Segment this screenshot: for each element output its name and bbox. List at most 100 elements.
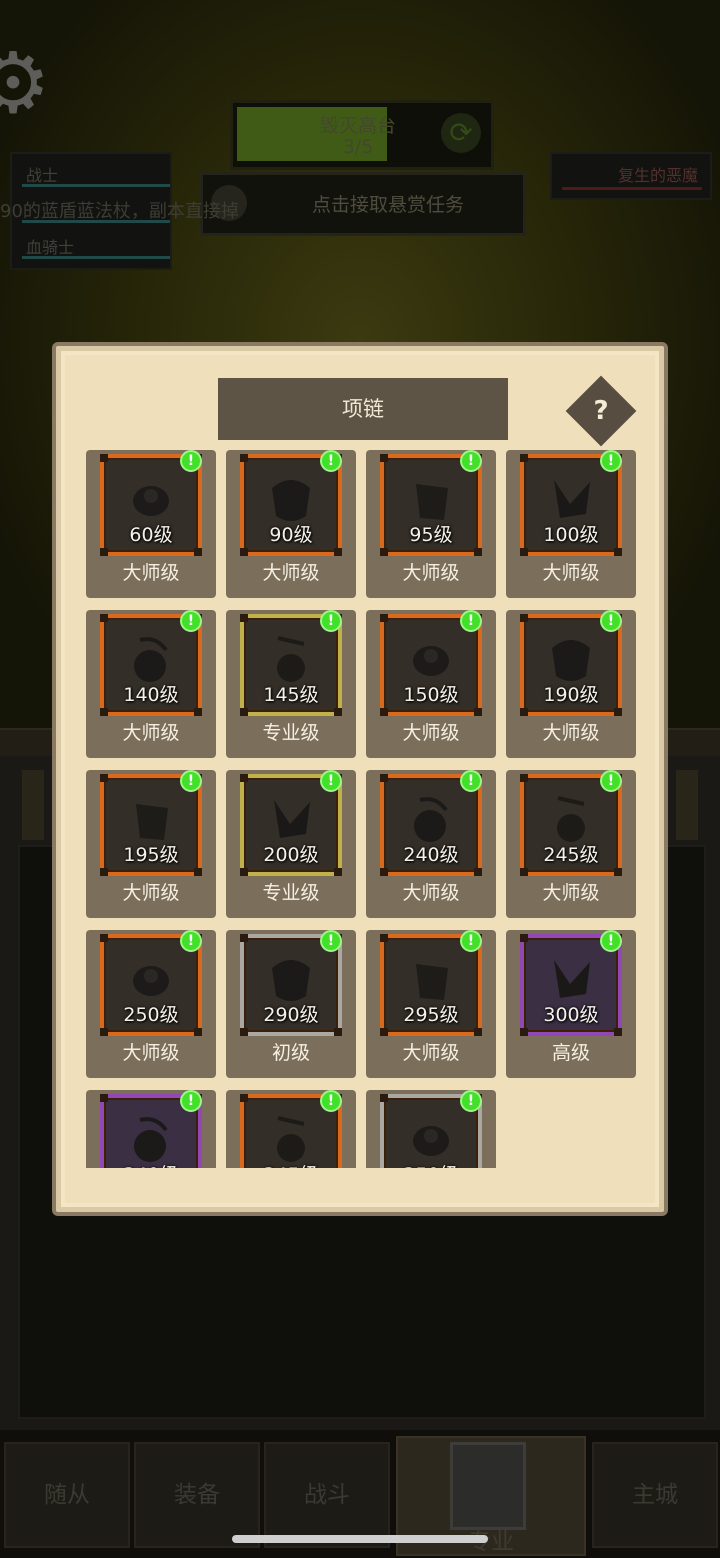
necklace-level: 240级	[403, 844, 459, 866]
party-member[interactable]: 战士	[26, 162, 58, 186]
frame-corner	[474, 1028, 482, 1036]
frame-corner	[240, 454, 248, 462]
party-member[interactable]: 血骑士	[26, 234, 74, 258]
necklace-level: 200级	[263, 844, 319, 866]
necklace-card[interactable]: 195级! 大师级	[86, 770, 216, 918]
necklace-level: 90级	[269, 524, 313, 546]
necklace-card[interactable]: 345级!	[226, 1090, 356, 1168]
frame-corner	[380, 614, 388, 622]
frame-corner	[100, 1028, 108, 1036]
necklace-tier: 大师级	[122, 1042, 180, 1064]
frame-corner	[100, 614, 108, 622]
frame-corner	[474, 868, 482, 876]
new-alert-icon: !	[320, 610, 342, 632]
necklace-card[interactable]: 100级! 大师级	[506, 450, 636, 598]
quest-count: 3/5	[342, 136, 374, 158]
necklace-card[interactable]: 95级! 大师级	[366, 450, 496, 598]
party-hp-bar	[22, 184, 170, 187]
necklace-tier: 大师级	[262, 562, 320, 584]
necklace-tier: 专业级	[262, 722, 320, 744]
nav-tab-main-city[interactable]: 主城	[592, 1442, 718, 1548]
frame-corner	[334, 868, 342, 876]
necklace-card[interactable]: 250级! 大师级	[86, 930, 216, 1078]
frame-corner	[194, 548, 202, 556]
necklace-level: 140级	[123, 684, 179, 706]
settings-gear-icon[interactable]: ⚙	[0, 38, 51, 128]
necklace-card[interactable]: 295级! 大师级	[366, 930, 496, 1078]
frame-corner	[240, 868, 248, 876]
necklace-level: 340级	[104, 1160, 198, 1168]
frame-corner	[100, 454, 108, 462]
frame-corner	[194, 708, 202, 716]
necklace-card[interactable]: 340级!	[86, 1090, 216, 1168]
frame-corner	[240, 1094, 248, 1102]
frame-corner	[100, 548, 108, 556]
necklace-level: 190级	[543, 684, 599, 706]
necklace-card[interactable]: 90级! 大师级	[226, 450, 356, 598]
necklace-card[interactable]: 350级!	[366, 1090, 496, 1168]
necklace-card[interactable]: 300级! 高级	[506, 930, 636, 1078]
necklace-card[interactable]: 60级! 大师级	[86, 450, 216, 598]
frame-corner	[240, 708, 248, 716]
necklace-tier: 大师级	[402, 882, 460, 904]
frame-corner	[520, 774, 528, 782]
new-alert-icon: !	[180, 930, 202, 952]
frame-corner	[380, 934, 388, 942]
frame-corner	[194, 868, 202, 876]
necklace-card[interactable]: 140级! 大师级	[86, 610, 216, 758]
frame-corner	[240, 774, 248, 782]
new-alert-icon: !	[460, 450, 482, 472]
enemy-panel: 复生的恶魔	[550, 152, 712, 200]
necklace-level: 290级	[263, 1004, 319, 1026]
frame-corner	[100, 1094, 108, 1102]
background-side-tab	[676, 770, 698, 840]
frame-corner	[614, 868, 622, 876]
new-alert-icon: !	[180, 610, 202, 632]
frame-corner	[614, 708, 622, 716]
frame-corner	[100, 934, 108, 942]
necklace-card[interactable]: 240级! 大师级	[366, 770, 496, 918]
necklace-tier: 大师级	[542, 562, 600, 584]
nav-tab-equipment[interactable]: 装备	[134, 1442, 260, 1548]
refresh-icon[interactable]: ⟳	[441, 113, 481, 153]
necklace-level: 150级	[403, 684, 459, 706]
new-alert-icon: !	[180, 770, 202, 792]
new-alert-icon: !	[460, 1090, 482, 1112]
home-indicator[interactable]	[232, 1535, 488, 1543]
frame-corner	[614, 1028, 622, 1036]
frame-corner	[194, 1028, 202, 1036]
nav-tab-battle[interactable]: 战斗	[264, 1442, 390, 1548]
frame-corner	[520, 454, 528, 462]
nav-tab-label: 随从	[44, 1482, 90, 1508]
new-alert-icon: !	[180, 450, 202, 472]
frame-corner	[240, 548, 248, 556]
bounty-label: 点击接取悬赏任务	[311, 194, 464, 216]
enemy-name: 复生的恶魔	[617, 166, 698, 185]
new-alert-icon: !	[320, 1090, 342, 1112]
new-alert-icon: !	[600, 770, 622, 792]
necklace-level: 60级	[129, 524, 173, 546]
necklace-tier: 大师级	[402, 562, 460, 584]
necklace-grid[interactable]: 60级! 大师级 90级! 大师级 95级! 大师级 100级! 大师级 140级! 大师级 145…	[86, 450, 646, 1168]
frame-corner	[334, 1028, 342, 1036]
nav-tab-followers[interactable]: 随从	[4, 1442, 130, 1548]
quest-progress[interactable]: 毁灭高台 3/5 ⟳	[230, 100, 494, 170]
frame-corner	[380, 868, 388, 876]
enemy-hp-bar	[562, 187, 702, 190]
frame-corner	[520, 934, 528, 942]
necklace-level: 100级	[543, 524, 599, 546]
necklace-card[interactable]: 290级! 初级	[226, 930, 356, 1078]
frame-corner	[520, 1028, 528, 1036]
necklace-card[interactable]: 245级! 大师级	[506, 770, 636, 918]
necklace-card[interactable]: 200级! 专业级	[226, 770, 356, 918]
new-alert-icon: !	[320, 770, 342, 792]
frame-corner	[334, 548, 342, 556]
nav-tab-label: 主城	[632, 1482, 678, 1508]
background-side-tab	[22, 770, 44, 840]
new-alert-icon: !	[600, 610, 622, 632]
necklace-card[interactable]: 145级! 专业级	[226, 610, 356, 758]
necklace-card[interactable]: 190级! 大师级	[506, 610, 636, 758]
necklace-tier: 大师级	[402, 722, 460, 744]
help-button[interactable]: ?	[565, 375, 637, 447]
necklace-card[interactable]: 150级! 大师级	[366, 610, 496, 758]
